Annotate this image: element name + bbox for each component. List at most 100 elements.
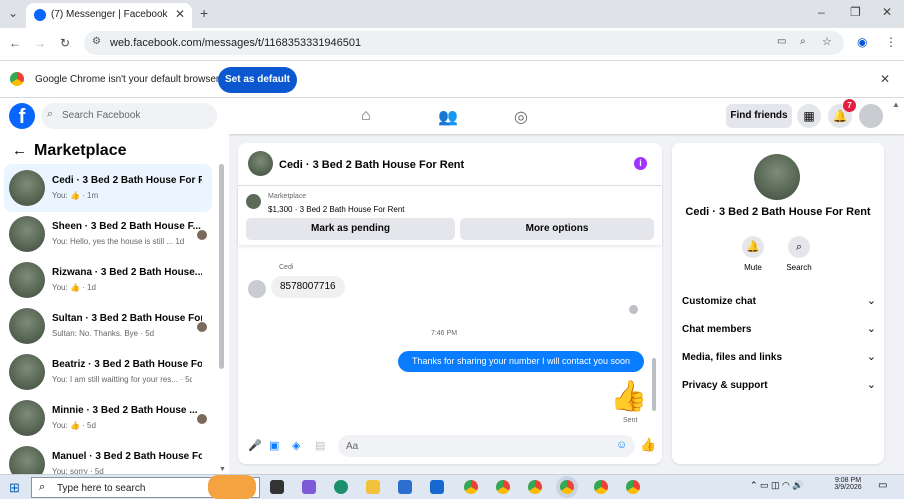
details-avatar[interactable]	[754, 154, 800, 200]
gif-icon[interactable]: ▤	[315, 439, 325, 452]
conversation-item[interactable]: Manuel · 3 Bed 2 Bath House Fo... You: so…	[4, 440, 212, 474]
thumbs-up-sticker-icon[interactable]: 👍	[610, 379, 647, 414]
install-app-icon[interactable]: ▭	[777, 36, 786, 47]
seen-indicator	[629, 305, 638, 314]
task-view-icon[interactable]	[270, 480, 284, 494]
groups-icon[interactable]: ◎	[514, 107, 528, 127]
listing-thumbnail[interactable]	[246, 194, 261, 209]
message-input[interactable]: Aa ☺	[338, 435, 635, 457]
clock-date: 3/9/2026	[834, 484, 862, 491]
close-window-icon[interactable]: ✕	[882, 5, 892, 19]
listing-price[interactable]: $1,300 · 3 Bed 2 Bath House For Rent	[268, 205, 405, 214]
chrome-menu-icon[interactable]: ⋮	[885, 35, 897, 49]
details-name: Cedi · 3 Bed 2 Bath House For Rent	[685, 206, 871, 218]
home-icon[interactable]: ⌂	[361, 107, 371, 125]
chrome-taskbar-icon[interactable]	[464, 480, 478, 494]
address-bar-row: ← → ↻ ⚙ web.facebook.com/messages/t/1168…	[0, 28, 904, 60]
sender-avatar[interactable]	[248, 280, 266, 298]
close-infobar-icon[interactable]: ✕	[880, 72, 890, 86]
privacy-support-option[interactable]: Privacy & support ⌄	[682, 375, 876, 399]
chat-members-option[interactable]: Chat members ⌄	[682, 319, 876, 343]
conversation-item[interactable]: Beatriz · 3 Bed 2 Bath House For... You: …	[4, 348, 212, 396]
conversation-avatar	[9, 216, 45, 252]
conversation-item[interactable]: Sheen · 3 Bed 2 Bath House F... You: Hell…	[4, 210, 212, 258]
photo-icon[interactable]: ▣	[269, 439, 279, 452]
conversation-name: Beatriz · 3 Bed 2 Bath House For...	[52, 359, 202, 370]
site-info-icon[interactable]: ⚙	[92, 36, 101, 47]
chat-scrollbar[interactable]	[652, 358, 656, 411]
chrome-taskbar-icon[interactable]	[626, 480, 640, 494]
microphone-icon[interactable]: 🎤	[248, 439, 262, 452]
send-like-icon[interactable]: 👍	[640, 437, 656, 453]
back-icon[interactable]: ←	[9, 36, 21, 50]
set-default-button[interactable]: Set as default	[218, 67, 297, 93]
menu-grid-icon[interactable]: ▦	[797, 104, 821, 128]
conversation-item[interactable]: Minnie · 3 Bed 2 Bath House ... You: 👍 · …	[4, 394, 212, 442]
outgoing-message[interactable]: Thanks for sharing your number I will co…	[398, 351, 644, 372]
friends-icon[interactable]: 👥	[438, 107, 458, 127]
conversation-avatar	[9, 262, 45, 298]
conversation-name: Cedi · 3 Bed 2 Bath House For R...	[52, 175, 202, 186]
profile-icon[interactable]: ◉	[857, 35, 867, 49]
browser-tab[interactable]: (7) Messenger | Facebook ✕	[26, 3, 192, 28]
edge-icon[interactable]	[334, 480, 348, 494]
store-icon[interactable]	[398, 480, 412, 494]
account-avatar[interactable]	[859, 104, 883, 128]
chat-panel: Cedi · 3 Bed 2 Bath House For Rent i Mar…	[238, 143, 662, 464]
facebook-search-input[interactable]: ⌕ Search Facebook	[41, 103, 217, 129]
system-tray-icons[interactable]: ⌃ ▭ ◫ ◠ 🔊	[750, 480, 804, 491]
restore-icon[interactable]: ❐	[850, 5, 861, 19]
search-highlight-image	[208, 475, 256, 499]
conversation-avatar	[9, 400, 45, 436]
more-options-button[interactable]: More options	[460, 218, 654, 240]
reload-icon[interactable]: ↻	[60, 36, 70, 50]
conversation-item[interactable]: Sultan · 3 Bed 2 Bath House For ... Sulta…	[4, 302, 212, 350]
sticker-icon[interactable]: ◈	[292, 439, 300, 452]
copilot-icon[interactable]	[302, 480, 316, 494]
omnibox[interactable]: ⚙ web.facebook.com/messages/t/1168353331…	[84, 31, 844, 55]
outlook-icon[interactable]	[430, 480, 444, 494]
conversation-preview: You: sorry · 5d	[52, 467, 104, 474]
new-tab-icon[interactable]: +	[200, 5, 208, 21]
chat-avatar[interactable]	[248, 151, 273, 176]
conversation-list-scrollbar[interactable]	[219, 164, 224, 369]
close-tab-icon[interactable]: ✕	[175, 7, 185, 21]
scroll-down-icon[interactable]: ▼	[219, 466, 226, 473]
minimize-icon[interactable]: –	[818, 5, 825, 19]
zoom-icon[interactable]: ⌕	[800, 36, 806, 47]
customize-chat-option[interactable]: Customize chat ⌄	[682, 291, 876, 315]
notification-center-icon[interactable]: ▭	[878, 480, 887, 491]
conversation-avatar	[9, 446, 45, 474]
mute-label: Mute	[744, 263, 762, 272]
chrome-taskbar-icon[interactable]	[496, 480, 510, 494]
file-explorer-icon[interactable]	[366, 480, 380, 494]
mute-icon[interactable]: 🔔	[742, 236, 764, 258]
taskbar-search-input[interactable]: ⌕ Type here to search	[31, 475, 260, 499]
back-arrow-icon[interactable]: ←	[12, 142, 27, 159]
page-scroll-up-icon[interactable]: ▲	[892, 100, 900, 109]
tab-search-icon[interactable]: ⌄	[8, 6, 18, 20]
taskbar-clock[interactable]: 9:08 PM 3/9/2026	[830, 477, 866, 491]
emoji-icon[interactable]: ☺	[616, 439, 627, 451]
conversation-item[interactable]: Cedi · 3 Bed 2 Bath House For R... You: 👍…	[4, 164, 212, 212]
forward-icon[interactable]: →	[34, 36, 46, 50]
conversation-item[interactable]: Rizwana · 3 Bed 2 Bath House... You: 👍 · …	[4, 256, 212, 304]
option-label: Customize chat	[682, 296, 756, 307]
search-conversation-icon[interactable]: ⌕	[788, 236, 810, 258]
chevron-down-icon: ⌄	[866, 379, 876, 391]
message-timestamp: 7:46 PM	[430, 330, 458, 337]
facebook-logo-icon[interactable]: f	[9, 103, 35, 129]
windows-start-icon[interactable]: ⊞	[9, 480, 20, 496]
chat-title[interactable]: Cedi · 3 Bed 2 Bath House For Rent	[279, 159, 464, 171]
chrome-taskbar-icon[interactable]	[594, 480, 608, 494]
conversation-name: Sultan · 3 Bed 2 Bath House For ...	[52, 313, 202, 324]
chrome-taskbar-active-icon[interactable]	[560, 480, 574, 494]
clock-time: 9:08 PM	[834, 477, 862, 484]
bookmark-star-icon[interactable]: ☆	[822, 35, 832, 48]
conversation-info-icon[interactable]: i	[634, 157, 647, 170]
find-friends-button[interactable]: Find friends	[726, 104, 792, 128]
incoming-message[interactable]: 8578007716	[271, 276, 345, 298]
mark-as-pending-button[interactable]: Mark as pending	[246, 218, 455, 240]
media-files-links-option[interactable]: Media, files and links ⌄	[682, 347, 876, 371]
chrome-taskbar-icon[interactable]	[528, 480, 542, 494]
